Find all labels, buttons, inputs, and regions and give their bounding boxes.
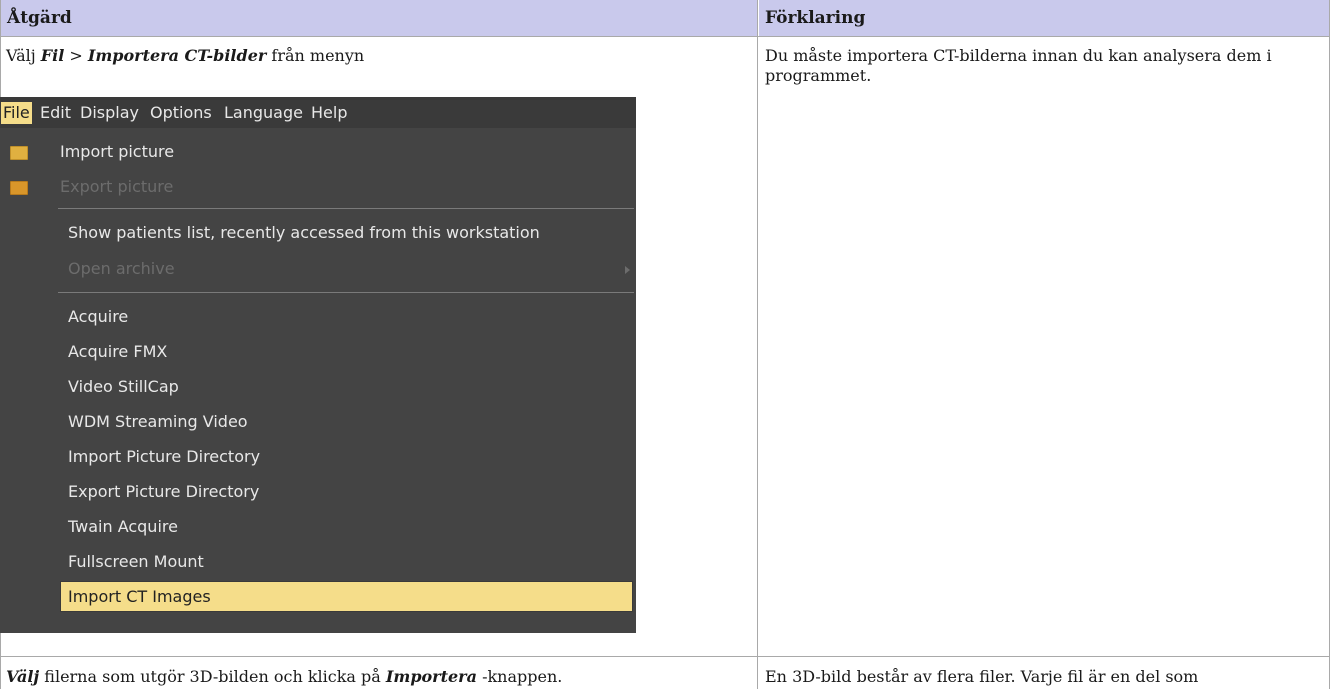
submenu-arrow-icon <box>625 266 630 274</box>
header-action: Åtgärd <box>0 0 757 36</box>
menu-separator <box>58 208 634 209</box>
file-menu-screenshot: File Edit Display Options Language Help … <box>0 97 636 633</box>
menu-edit[interactable]: Edit <box>40 102 71 124</box>
menu-item-show-patients-list[interactable]: Show patients list, recently accessed fr… <box>68 218 540 248</box>
menu-options[interactable]: Options <box>150 102 212 124</box>
menu-item-import-picture-directory[interactable]: Import Picture Directory <box>68 442 260 472</box>
menu-item-export-picture[interactable]: Export picture <box>60 172 173 202</box>
row1-explanation-text: Du måste importera CT-bilderna innan du … <box>765 46 1272 85</box>
menu-language[interactable]: Language <box>224 102 303 124</box>
menu-item-video-stillcap[interactable]: Video StillCap <box>68 372 179 402</box>
instruction-table: Åtgärd Förklaring Välj Fil > Importera C… <box>0 0 1330 689</box>
export-picture-icon <box>10 181 28 195</box>
menu-display[interactable]: Display <box>80 102 139 124</box>
menu-item-import-ct-images[interactable]: Import CT Images <box>60 581 633 612</box>
menu-item-acquire[interactable]: Acquire <box>68 302 128 332</box>
menu-item-fullscreen-mount[interactable]: Fullscreen Mount <box>68 547 204 577</box>
menu-item-acquire-fmx[interactable]: Acquire FMX <box>68 337 167 367</box>
menu-item-import-picture[interactable]: Import picture <box>60 137 174 167</box>
row1-action-text: Välj Fil > Importera CT-bilder från meny… <box>6 46 365 65</box>
menu-item-wdm-streaming-video[interactable]: WDM Streaming Video <box>68 407 248 437</box>
column-divider <box>757 0 758 689</box>
menu-help[interactable]: Help <box>311 102 347 124</box>
header-explanation: Förklaring <box>759 0 1330 36</box>
menu-item-import-ct-images-label: Import CT Images <box>68 587 211 606</box>
menu-item-open-archive[interactable]: Open archive <box>68 254 175 284</box>
menu-separator <box>58 292 634 293</box>
menu-bar: File Edit Display Options Language Help <box>0 97 636 128</box>
header-rule <box>0 36 1330 37</box>
row-divider <box>0 656 1330 657</box>
import-picture-icon <box>10 146 28 160</box>
menu-item-export-picture-directory[interactable]: Export Picture Directory <box>68 477 259 507</box>
row2-action-text: Välj filerna som utgör 3D-bilden och kli… <box>6 667 563 686</box>
menu-file[interactable]: File <box>1 102 32 124</box>
menu-item-twain-acquire[interactable]: Twain Acquire <box>68 512 178 542</box>
row2-explanation-text: En 3D-bild består av flera filer. Varje … <box>765 667 1199 686</box>
